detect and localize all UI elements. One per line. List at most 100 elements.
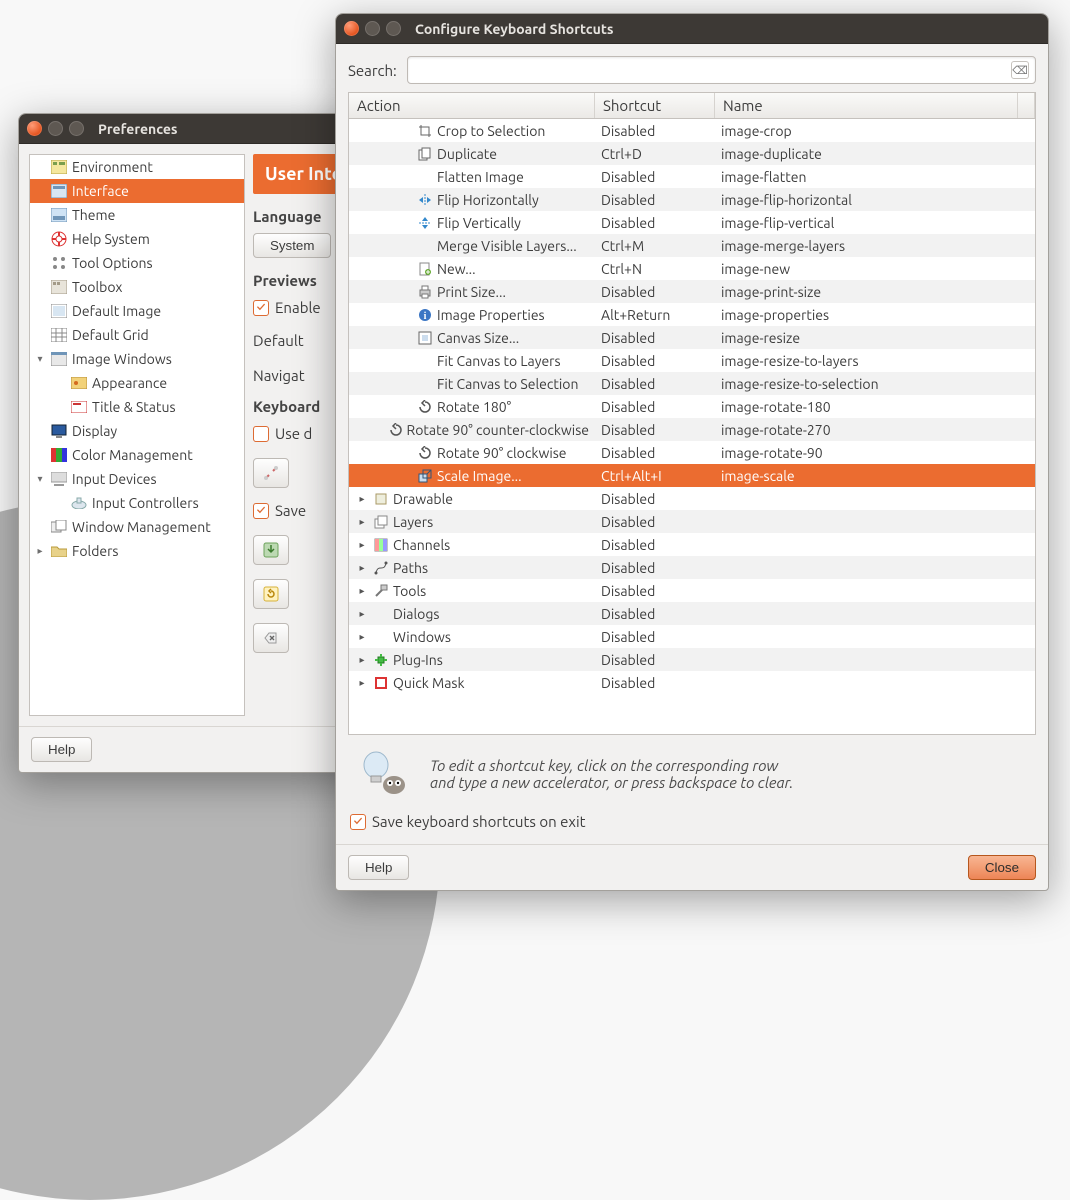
preferences-category-tree[interactable]: EnvironmentInterfaceThemeHelp SystemTool…	[29, 154, 245, 716]
shortcut-value[interactable]: Alt+Return	[595, 307, 715, 323]
table-row[interactable]: Rotate 90° clockwiseDisabledimage-rotate…	[349, 441, 1035, 464]
column-header-name[interactable]: Name	[715, 93, 1018, 118]
table-row[interactable]: New...Ctrl+Nimage-new	[349, 257, 1035, 280]
sidebar-item-title-status[interactable]: Title & Status	[30, 395, 244, 419]
window-close-icon[interactable]	[27, 121, 42, 136]
sidebar-item-folders[interactable]: ▸Folders	[30, 539, 244, 563]
shortcut-value[interactable]: Disabled	[595, 422, 715, 438]
table-row[interactable]: ▸WindowsDisabled	[349, 625, 1035, 648]
dialog-help-button[interactable]: Help	[348, 855, 409, 880]
shortcut-value[interactable]: Disabled	[595, 652, 715, 668]
sidebar-item-appearance[interactable]: Appearance	[30, 371, 244, 395]
window-minimize-icon[interactable]	[365, 21, 380, 36]
expander-icon[interactable]: ▸	[355, 493, 369, 505]
dialog-close-button[interactable]: Close	[968, 855, 1036, 880]
window-maximize-icon[interactable]	[69, 121, 84, 136]
expander-icon[interactable]: ▸	[355, 677, 369, 689]
table-body[interactable]: Crop to SelectionDisabledimage-cropDupli…	[349, 119, 1035, 734]
window-minimize-icon[interactable]	[48, 121, 63, 136]
save-now-button[interactable]	[253, 535, 289, 565]
shortcut-value[interactable]: Disabled	[595, 445, 715, 461]
table-row[interactable]: Rotate 90° counter-clockwiseDisabledimag…	[349, 418, 1035, 441]
shortcut-value[interactable]: Disabled	[595, 330, 715, 346]
table-row[interactable]: ▸PathsDisabled	[349, 556, 1035, 579]
preferences-help-button[interactable]: Help	[31, 737, 92, 762]
shortcut-value[interactable]: Disabled	[595, 583, 715, 599]
table-row[interactable]: Crop to SelectionDisabledimage-crop	[349, 119, 1035, 142]
table-row[interactable]: ▸Quick MaskDisabled	[349, 671, 1035, 694]
table-row[interactable]: Scale Image...Ctrl+Alt+Iimage-scale	[349, 464, 1035, 487]
sidebar-item-window-management[interactable]: Window Management	[30, 515, 244, 539]
language-select[interactable]: System	[253, 233, 331, 258]
shortcut-value[interactable]: Ctrl+D	[595, 146, 715, 162]
table-row[interactable]: DuplicateCtrl+Dimage-duplicate	[349, 142, 1035, 165]
shortcut-value[interactable]: Disabled	[595, 215, 715, 231]
shortcut-value[interactable]: Ctrl+M	[595, 238, 715, 254]
table-row[interactable]: ▸ToolsDisabled	[349, 579, 1035, 602]
shortcut-value[interactable]: Disabled	[595, 629, 715, 645]
sidebar-item-default-grid[interactable]: Default Grid	[30, 323, 244, 347]
table-row[interactable]: Flatten ImageDisabledimage-flatten	[349, 165, 1035, 188]
column-header-shortcut[interactable]: Shortcut	[595, 93, 715, 118]
shortcut-value[interactable]: Disabled	[595, 399, 715, 415]
sidebar-item-theme[interactable]: Theme	[30, 203, 244, 227]
dialog-titlebar[interactable]: Configure Keyboard Shortcuts	[336, 14, 1048, 44]
shortcut-value[interactable]: Disabled	[595, 606, 715, 622]
table-row[interactable]: Merge Visible Layers...Ctrl+Mimage-merge…	[349, 234, 1035, 257]
table-row[interactable]: iImage PropertiesAlt+Returnimage-propert…	[349, 303, 1035, 326]
shortcut-value[interactable]: Ctrl+Alt+I	[595, 468, 715, 484]
table-row[interactable]: ▸DrawableDisabled	[349, 487, 1035, 510]
shortcut-value[interactable]: Disabled	[595, 284, 715, 300]
table-row[interactable]: ▸ChannelsDisabled	[349, 533, 1035, 556]
shortcut-value[interactable]: Disabled	[595, 376, 715, 392]
shortcut-value[interactable]: Disabled	[595, 514, 715, 530]
clear-shortcuts-button[interactable]	[253, 623, 289, 653]
reset-shortcuts-button[interactable]	[253, 579, 289, 609]
table-header[interactable]: Action Shortcut Name	[349, 93, 1035, 119]
sidebar-item-color-management[interactable]: Color Management	[30, 443, 244, 467]
expander-icon[interactable]: ▾	[34, 473, 46, 485]
shortcut-value[interactable]: Disabled	[595, 560, 715, 576]
expander-icon[interactable]: ▸	[355, 608, 369, 620]
sidebar-item-default-image[interactable]: Default Image	[30, 299, 244, 323]
configure-shortcuts-button[interactable]	[253, 458, 289, 488]
table-row[interactable]: Flip VerticallyDisabledimage-flip-vertic…	[349, 211, 1035, 234]
shortcut-value[interactable]: Disabled	[595, 675, 715, 691]
expander-icon[interactable]: ▸	[355, 562, 369, 574]
expander-icon[interactable]: ▸	[355, 516, 369, 528]
table-row[interactable]: ▸LayersDisabled	[349, 510, 1035, 533]
column-header-action[interactable]: Action	[349, 93, 595, 118]
expander-icon[interactable]: ▸	[34, 545, 46, 557]
table-row[interactable]: ▸Plug-InsDisabled	[349, 648, 1035, 671]
shortcut-value[interactable]: Disabled	[595, 192, 715, 208]
expander-icon[interactable]: ▸	[355, 631, 369, 643]
shortcut-value[interactable]: Disabled	[595, 491, 715, 507]
table-row[interactable]: Fit Canvas to LayersDisabledimage-resize…	[349, 349, 1035, 372]
window-maximize-icon[interactable]	[386, 21, 401, 36]
clear-search-icon[interactable]: ⌫	[1011, 61, 1029, 79]
sidebar-item-display[interactable]: Display	[30, 419, 244, 443]
window-close-icon[interactable]	[344, 21, 359, 36]
expander-icon[interactable]: ▸	[355, 539, 369, 551]
sidebar-item-interface[interactable]: Interface	[30, 179, 244, 203]
use-dynamic-checkbox[interactable]	[253, 426, 269, 442]
expander-icon[interactable]: ▸	[355, 585, 369, 597]
table-row[interactable]: Canvas Size...Disabledimage-resize	[349, 326, 1035, 349]
search-input[interactable]: ⌫	[407, 56, 1036, 84]
sidebar-item-help-system[interactable]: Help System	[30, 227, 244, 251]
sidebar-item-tool-options[interactable]: Tool Options	[30, 251, 244, 275]
shortcut-value[interactable]: Disabled	[595, 123, 715, 139]
enable-previews-checkbox[interactable]	[253, 300, 269, 316]
expander-icon[interactable]: ▾	[34, 353, 46, 365]
save-shortcuts-checkbox[interactable]	[253, 503, 269, 519]
sidebar-item-toolbox[interactable]: Toolbox	[30, 275, 244, 299]
expander-icon[interactable]: ▸	[355, 654, 369, 666]
shortcut-value[interactable]: Disabled	[595, 169, 715, 185]
table-row[interactable]: Fit Canvas to SelectionDisabledimage-res…	[349, 372, 1035, 395]
table-row[interactable]: ▸DialogsDisabled	[349, 602, 1035, 625]
sidebar-item-environment[interactable]: Environment	[30, 155, 244, 179]
sidebar-item-input-devices[interactable]: ▾Input Devices	[30, 467, 244, 491]
table-row[interactable]: Rotate 180°Disabledimage-rotate-180	[349, 395, 1035, 418]
save-on-exit-checkbox[interactable]	[350, 814, 366, 830]
table-row[interactable]: Flip HorizontallyDisabledimage-flip-hori…	[349, 188, 1035, 211]
